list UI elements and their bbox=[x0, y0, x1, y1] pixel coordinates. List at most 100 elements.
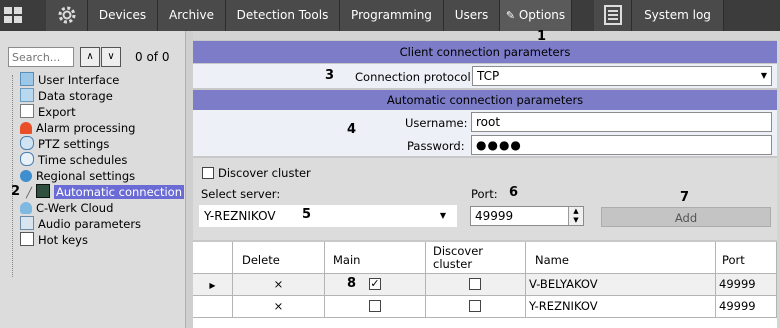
automatic-connection-header: Automatic connection parameters bbox=[193, 90, 777, 110]
globe-icon bbox=[20, 170, 32, 182]
gear-icon bbox=[58, 6, 75, 24]
main-checkbox[interactable] bbox=[369, 300, 381, 312]
tab-devices[interactable]: Devices bbox=[88, 0, 158, 31]
top-navigation-bar: Devices Archive Detection Tools Programm… bbox=[0, 0, 780, 31]
main-checkbox[interactable]: ✓ bbox=[369, 278, 381, 290]
column-header-port[interactable]: Port bbox=[716, 242, 777, 274]
hotkeys-icon bbox=[20, 232, 34, 246]
sidebar-item-export[interactable]: Export bbox=[20, 104, 76, 120]
port-stepper[interactable]: ▲ ▼ bbox=[568, 207, 583, 225]
port-label: Port: bbox=[471, 187, 498, 201]
sidebar-item-time-schedules[interactable]: Time schedules bbox=[20, 152, 127, 168]
column-header-main[interactable]: Main bbox=[325, 242, 426, 274]
row-indicator bbox=[193, 296, 233, 318]
tree-guide-line bbox=[12, 75, 13, 277]
sidebar-item-automatic-connection[interactable]: ╱ Automatic connection bbox=[26, 184, 184, 200]
discover-checkbox[interactable] bbox=[469, 278, 481, 290]
sidebar-item-label: C-Werk Cloud bbox=[36, 201, 114, 215]
delete-button[interactable]: × bbox=[233, 296, 325, 318]
user-interface-icon bbox=[20, 72, 34, 86]
search-result-count: 0 of 0 bbox=[135, 50, 170, 64]
main-cell bbox=[325, 296, 426, 318]
add-button[interactable]: Add bbox=[601, 207, 771, 227]
search-up-button[interactable]: ∧ bbox=[80, 47, 100, 67]
cloud-icon bbox=[20, 202, 32, 214]
servers-table: Delete Main Discover cluster Name Port ▶… bbox=[193, 242, 777, 328]
sidebar-item-label: Audio parameters bbox=[38, 217, 142, 231]
dropdown-arrow-icon: ▼ bbox=[760, 71, 767, 80]
sidebar-item-c-werk-cloud[interactable]: C-Werk Cloud bbox=[20, 200, 113, 216]
connection-settings-panel: Client connection parameters Connection … bbox=[193, 40, 777, 328]
tab-users[interactable]: Users bbox=[444, 0, 500, 31]
port-input[interactable]: 49999 ▲ ▼ bbox=[470, 206, 584, 226]
settings-gear-tab[interactable] bbox=[46, 0, 88, 31]
tab-detection-tools[interactable]: Detection Tools bbox=[226, 0, 340, 31]
sidebar-item-audio-parameters[interactable]: Audio parameters bbox=[20, 216, 141, 232]
marker-8: 8 bbox=[347, 276, 357, 291]
marker-5: 5 bbox=[302, 207, 312, 222]
select-server-label: Select server: bbox=[201, 187, 281, 201]
tab-archive[interactable]: Archive bbox=[158, 0, 226, 31]
clock-icon bbox=[20, 152, 34, 166]
protocol-label: Connection protocol bbox=[355, 70, 471, 84]
discover-cell bbox=[426, 296, 526, 318]
protocol-select[interactable]: TCP ▼ bbox=[472, 66, 772, 86]
document-list-icon bbox=[603, 5, 622, 25]
sidebar-item-alarm-processing[interactable]: Alarm processing bbox=[20, 120, 135, 136]
discover-cluster-checkbox[interactable] bbox=[202, 167, 214, 179]
sidebar-item-label: Regional settings bbox=[36, 169, 136, 183]
discover-checkbox[interactable] bbox=[469, 300, 481, 312]
discover-cell bbox=[426, 274, 526, 296]
stepper-down-icon: ▼ bbox=[573, 216, 579, 224]
sidebar-item-label: Alarm processing bbox=[36, 121, 136, 135]
sidebar-item-user-interface[interactable]: User Interface bbox=[20, 72, 119, 88]
sidebar-item-label: Time schedules bbox=[38, 153, 128, 167]
tab-system-log[interactable]: System log bbox=[632, 0, 724, 31]
sidebar-item-label: Hot keys bbox=[38, 233, 88, 247]
search-down-button[interactable]: ∨ bbox=[101, 47, 121, 67]
sidebar-item-label: Data storage bbox=[38, 89, 113, 103]
sidebar-item-regional-settings[interactable]: Regional settings bbox=[20, 168, 135, 184]
grid-icon[interactable] bbox=[4, 7, 22, 23]
protocol-value: TCP bbox=[477, 69, 500, 83]
delete-button[interactable]: × bbox=[233, 274, 325, 296]
sidebar-item-label: PTZ settings bbox=[38, 137, 110, 151]
username-label: Username: bbox=[405, 116, 468, 130]
sidebar-item-data-storage[interactable]: Data storage bbox=[20, 88, 113, 104]
tab-options[interactable]: ✎ Options bbox=[500, 0, 572, 31]
sidebar-item-ptz-settings[interactable]: PTZ settings bbox=[20, 136, 109, 152]
password-label: Password: bbox=[407, 139, 465, 153]
tab-programming[interactable]: Programming bbox=[340, 0, 444, 31]
sidebar-item-hot-keys[interactable]: Hot keys bbox=[20, 232, 88, 248]
current-row-arrow-icon: ▶ bbox=[209, 281, 216, 290]
column-header-name[interactable]: Name bbox=[526, 242, 716, 274]
name-cell: Y-REZNIKOV bbox=[526, 296, 716, 318]
marker-2: 2 bbox=[11, 184, 21, 199]
search-input[interactable] bbox=[8, 47, 74, 67]
data-storage-icon bbox=[20, 88, 34, 102]
port-cell: 49999 bbox=[716, 274, 777, 296]
stepper-up-icon: ▲ bbox=[573, 207, 579, 215]
main-cell: ✓ bbox=[325, 274, 426, 296]
password-field[interactable]: ●●●● bbox=[471, 135, 772, 155]
name-cell: V-BELYAKOV bbox=[526, 274, 716, 296]
chevron-down-icon: ∨ bbox=[107, 51, 115, 62]
marker-3: 3 bbox=[325, 68, 335, 83]
marker-7: 7 bbox=[680, 190, 690, 205]
username-field[interactable]: root bbox=[471, 112, 772, 132]
port-cell: 49999 bbox=[716, 296, 777, 318]
system-log-icon-tab[interactable] bbox=[594, 0, 632, 31]
column-header-discover-cluster[interactable]: Discover cluster bbox=[426, 242, 526, 274]
sidebar-item-label: Automatic connection bbox=[54, 185, 184, 199]
marker-6: 6 bbox=[509, 185, 519, 200]
column-header-delete[interactable]: Delete bbox=[233, 242, 325, 274]
topbar-spacer bbox=[572, 0, 594, 31]
panel-splitter[interactable] bbox=[186, 31, 193, 328]
server-select[interactable]: Y-REZNIKOV ▼ bbox=[199, 205, 457, 227]
server-value: Y-REZNIKOV bbox=[204, 209, 276, 223]
pencil-icon: ✎ bbox=[505, 9, 516, 22]
row-indicator: ▶ bbox=[193, 274, 233, 296]
client-connection-header: Client connection parameters bbox=[193, 41, 777, 63]
audio-icon bbox=[20, 216, 34, 230]
marker-4: 4 bbox=[347, 122, 357, 137]
